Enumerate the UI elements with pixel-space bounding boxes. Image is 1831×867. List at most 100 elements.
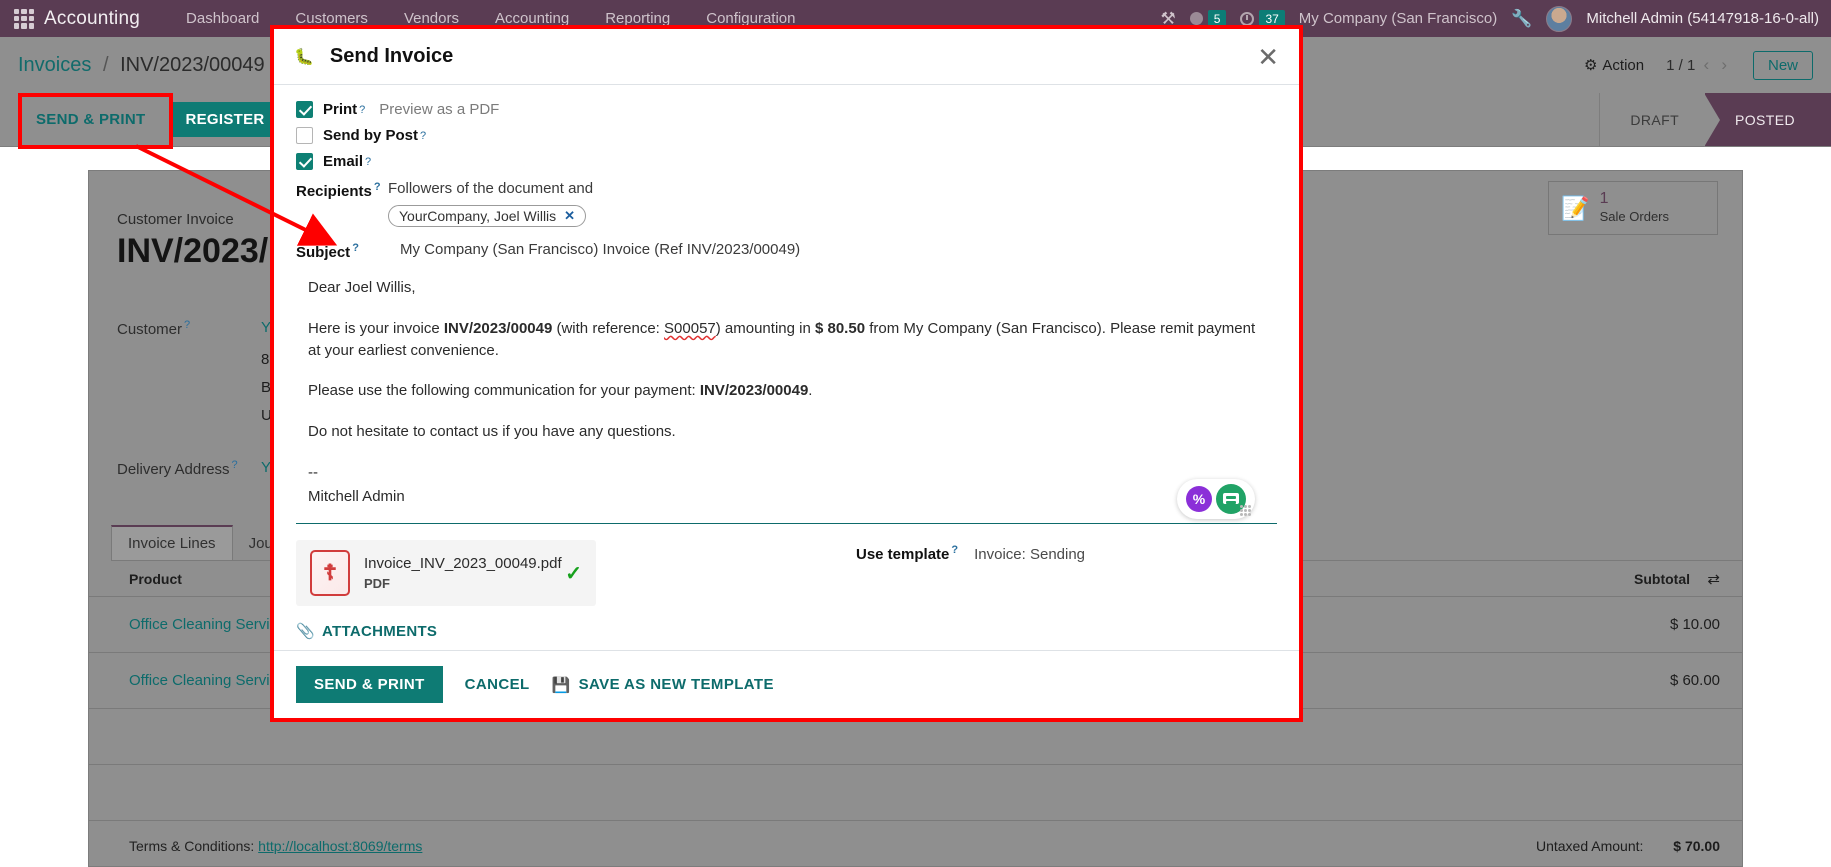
subject-label: Subject? <box>296 242 359 261</box>
status-bar: DRAFT POSTED <box>1599 93 1831 147</box>
dialog-footer: SEND & PRINT CANCEL 💾 SAVE AS NEW TEMPLA… <box>274 650 1299 718</box>
dialog-body: Print ? Preview as a PDF Send by Post ? … <box>274 85 1299 650</box>
close-tag-icon[interactable]: ✕ <box>564 208 575 224</box>
new-button[interactable]: New <box>1752 50 1813 80</box>
control-panel-right: ⚙ Action 1 / 1 ‹ › New <box>1584 50 1813 80</box>
ai-assistant-widget[interactable]: % <box>1177 479 1255 520</box>
option-email[interactable]: Email ? <box>296 153 1277 170</box>
invoice-kind: Customer Invoice <box>117 211 234 228</box>
status-draft[interactable]: DRAFT <box>1600 93 1706 146</box>
email-checkbox[interactable] <box>296 153 313 170</box>
dialog-cancel-button[interactable]: CANCEL <box>465 676 530 693</box>
terms-and-conditions: Terms & Conditions: http://localhost:806… <box>129 838 422 854</box>
paperclip-icon: 📎 <box>296 623 315 641</box>
wrench-icon[interactable]: 🔧 <box>1511 9 1532 29</box>
check-icon: ✓ <box>565 562 582 585</box>
delivery-address-label: Delivery Address? <box>117 459 238 478</box>
nav-item-dashboard[interactable]: Dashboard <box>186 10 259 27</box>
apps-grid-icon[interactable] <box>14 8 34 29</box>
print-label: Print <box>323 101 358 118</box>
body-signature-name: Mitchell Admin <box>308 487 405 505</box>
terms-label: Terms & Conditions: <box>129 838 255 854</box>
attachments-button[interactable]: 📎 ATTACHMENTS <box>296 622 716 641</box>
attachment-filetype: PDF <box>364 576 390 592</box>
cell-subtotal: $ 60.00 <box>1669 672 1720 689</box>
body-paragraph-3: Do not hesitate to contact us if you hav… <box>308 423 676 440</box>
status-posted[interactable]: POSTED <box>1704 93 1831 147</box>
send-and-print-button[interactable]: SEND & PRINT <box>22 103 159 136</box>
cell-product[interactable]: Office Cleaning Service <box>89 672 285 689</box>
use-template-label: Use template? <box>856 544 959 564</box>
breadcrumb-invoices[interactable]: Invoices <box>18 54 91 76</box>
close-icon[interactable]: ✕ <box>1257 44 1279 70</box>
page-title: INV/2023/ <box>117 232 269 270</box>
avatar[interactable] <box>1546 5 1573 32</box>
pdf-file-icon: ☦ <box>310 550 350 597</box>
subject-row: Subject? My Company (San Francisco) Invo… <box>296 241 1277 261</box>
use-template-value[interactable]: Invoice: Sending <box>974 546 1085 563</box>
body-amount: $ 80.50 <box>814 319 866 337</box>
recipients-row: Recipients? Followers of the document an… <box>296 180 1277 227</box>
help-icon[interactable]: ? <box>951 544 958 556</box>
clock-icon <box>1240 11 1255 26</box>
untaxed-value: $ 70.00 <box>1673 838 1720 854</box>
email-body-editor[interactable]: Dear Joel Willis, Here is your invoice I… <box>296 277 1277 525</box>
company-switcher[interactable]: My Company (San Francisco) <box>1299 10 1497 27</box>
body-invoice-ref: INV/2023/00049 <box>443 319 553 337</box>
attachment-meta: Invoice_INV_2023_00049.pdf PDF <box>364 555 562 591</box>
help-icon[interactable]: ? <box>365 156 371 168</box>
attachment-filename: Invoice_INV_2023_00049.pdf <box>364 555 562 573</box>
recipients-value: Followers of the document and <box>388 180 594 197</box>
help-icon[interactable]: ? <box>352 242 359 254</box>
action-menu-button[interactable]: ⚙ Action <box>1584 56 1645 75</box>
sort-icon[interactable]: ⇄ <box>1707 570 1720 588</box>
floppy-disk-icon: 💾 <box>551 676 571 694</box>
chat-icon <box>1189 12 1203 25</box>
table-row-empty <box>89 765 1742 821</box>
tab-invoice-lines[interactable]: Invoice Lines <box>111 525 233 560</box>
subject-input[interactable]: My Company (San Francisco) Invoice (Ref … <box>400 241 800 258</box>
user-menu-label[interactable]: Mitchell Admin (54147918-16-0-all) <box>1586 10 1819 27</box>
cell-product[interactable]: Office Cleaning Service <box>89 616 285 633</box>
customer-label: Customer? <box>117 319 191 338</box>
column-header-subtotal: Subtotal <box>1634 570 1690 587</box>
help-icon[interactable]: ? <box>359 104 365 116</box>
chevron-left-icon[interactable]: ‹ <box>1703 55 1709 74</box>
invoice-header: Customer Invoice INV/2023/ <box>117 211 268 271</box>
body-paragraph-2: Please use the following communication f… <box>308 382 813 400</box>
help-icon[interactable]: ? <box>374 181 381 193</box>
recipient-tag[interactable]: YourCompany, Joel Willis ✕ <box>388 205 587 227</box>
dialog-title: Send Invoice <box>329 45 454 67</box>
body-paragraph-1: Here is your invoice INV/2023/00049 (wit… <box>308 319 1256 359</box>
save-as-new-template-button[interactable]: 💾 SAVE AS NEW TEMPLATE <box>552 676 774 694</box>
attachment-card[interactable]: ☦ Invoice_INV_2023_00049.pdf PDF ✓ <box>296 540 596 607</box>
edit-document-icon: 📝 <box>1561 194 1590 221</box>
dialog-send-and-print-button[interactable]: SEND & PRINT <box>296 666 443 703</box>
attachments-label: ATTACHMENTS <box>321 622 438 640</box>
terms-link[interactable]: http://localhost:8069/terms <box>258 838 422 854</box>
resize-grip-icon[interactable] <box>1240 505 1251 517</box>
email-label: Email <box>323 153 364 170</box>
help-icon[interactable]: ? <box>420 130 426 142</box>
bug-icon[interactable]: 🐛 <box>294 47 314 67</box>
recipients-label: Recipients? <box>296 181 381 200</box>
send-by-post-label: Send by Post <box>323 127 419 144</box>
chevron-right-icon[interactable]: › <box>1721 55 1727 74</box>
option-send-by-post[interactable]: Send by Post ? <box>296 127 1277 144</box>
sale-orders-label: Sale Orders <box>1599 209 1670 224</box>
template-section: Use template? Invoice: Sending <box>856 540 1085 563</box>
help-icon[interactable]: ? <box>232 459 238 471</box>
discount-badge-icon[interactable]: % <box>1186 486 1212 513</box>
app-brand[interactable]: Accounting <box>44 8 140 30</box>
print-hint: Preview as a PDF <box>379 101 500 118</box>
action-label: Action <box>1602 56 1645 74</box>
recipients-field[interactable]: Followers of the document and YourCompan… <box>388 180 593 227</box>
send-by-post-checkbox[interactable] <box>296 127 313 144</box>
option-print[interactable]: Print ? Preview as a PDF <box>296 101 1277 118</box>
body-signature-dashes: -- <box>308 463 318 481</box>
help-icon[interactable]: ? <box>184 319 190 331</box>
smart-button-text: 1 Sale Orders <box>1600 190 1669 226</box>
send-invoice-dialog: 🐛 Send Invoice ✕ Print ? Preview as a PD… <box>270 25 1303 722</box>
sale-orders-smart-button[interactable]: 📝 1 Sale Orders <box>1548 181 1718 235</box>
print-checkbox[interactable] <box>296 101 313 118</box>
